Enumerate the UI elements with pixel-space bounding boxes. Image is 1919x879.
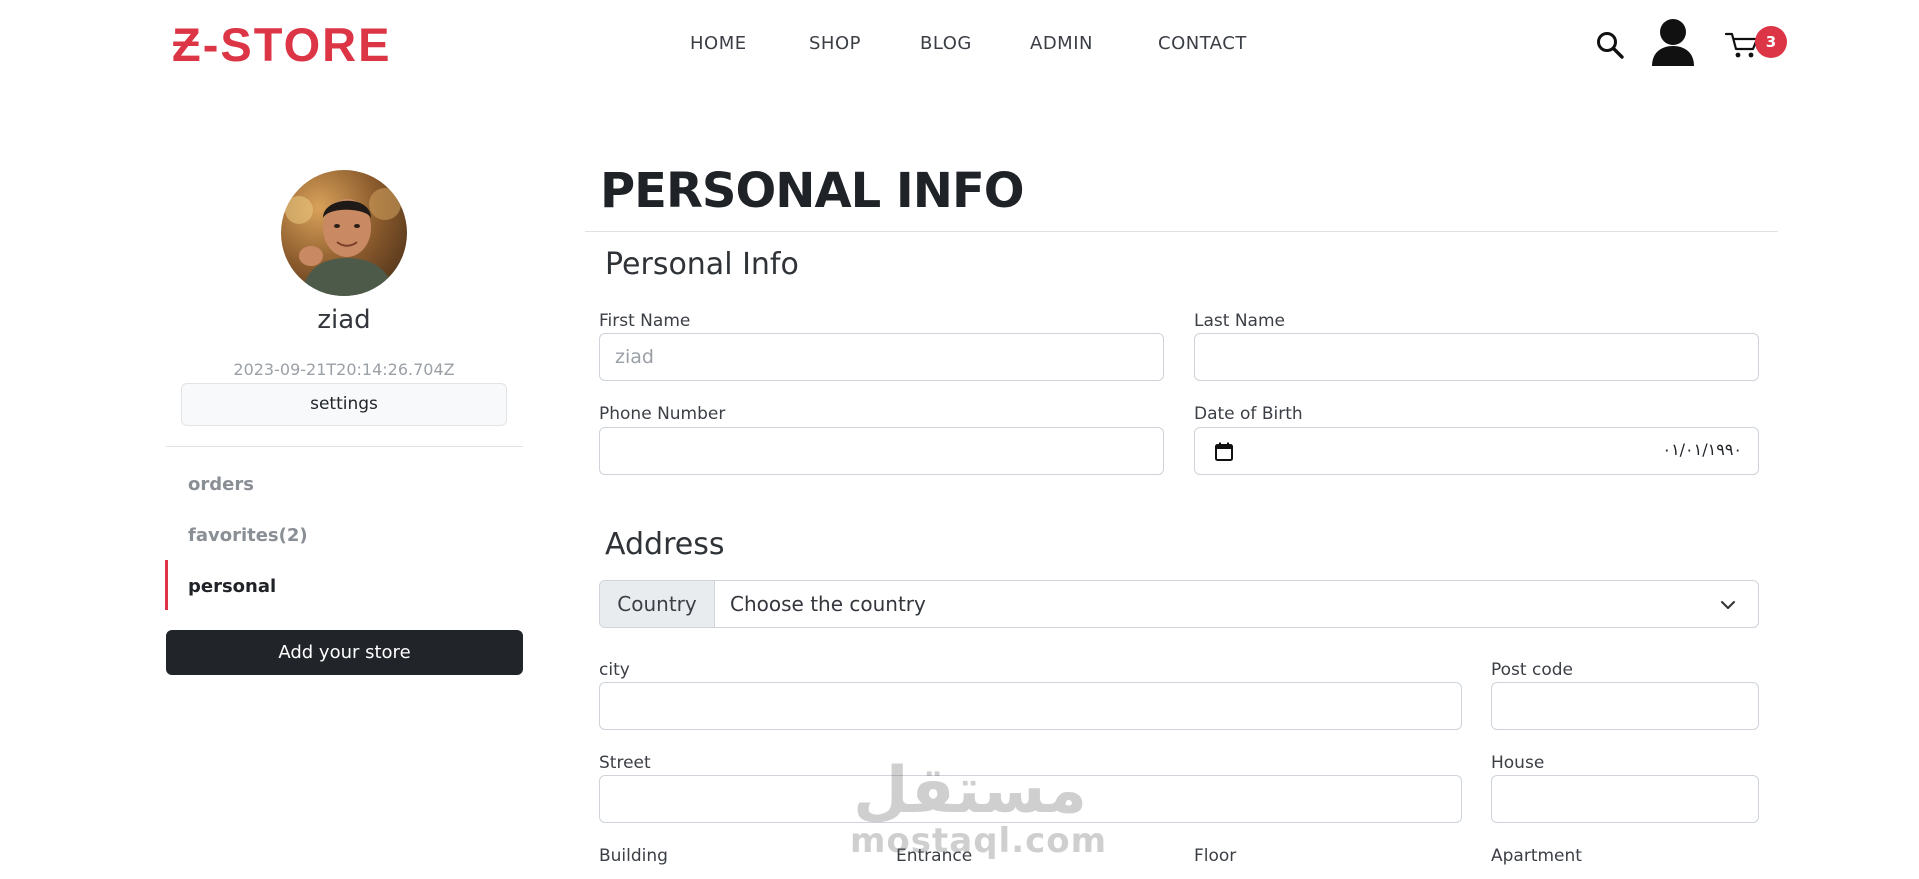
settings-button[interactable]: settings [181, 383, 507, 426]
dob-value: ٠١/٠١/١٩٩٠ [1662, 440, 1742, 459]
chevron-down-icon[interactable] [1720, 597, 1736, 613]
nav-blog[interactable]: BLOG [920, 32, 972, 56]
city-input[interactable] [599, 682, 1462, 730]
dob-label: Date of Birth [1194, 404, 1303, 424]
profile-username: ziad [317, 305, 371, 335]
user-icon[interactable] [1650, 18, 1696, 68]
page-title: PERSONAL INFO [600, 163, 1025, 219]
building-label: Building [599, 846, 668, 866]
sidebar-item-personal[interactable]: personal [188, 575, 276, 599]
nav-home[interactable]: HOME [690, 32, 747, 56]
house-label: House [1491, 753, 1545, 773]
city-label: city [599, 660, 630, 680]
phone-number-input[interactable] [599, 427, 1164, 475]
street-input[interactable] [599, 775, 1462, 823]
first-name-input[interactable] [599, 333, 1164, 381]
first-name-label: First Name [599, 311, 691, 331]
floor-label: Floor [1194, 846, 1237, 866]
calendar-icon[interactable] [1215, 442, 1233, 461]
active-indicator [165, 560, 168, 610]
sidebar-divider [166, 446, 523, 447]
address-heading: Address [605, 527, 725, 562]
title-divider [585, 231, 1778, 232]
main-nav: HOME SHOP BLOG ADMIN CONTACT [0, 32, 1919, 56]
post-code-input[interactable] [1491, 682, 1759, 730]
cart-count-badge[interactable]: 3 [1755, 26, 1787, 58]
last-name-label: Last Name [1194, 311, 1285, 331]
dob-input[interactable]: ٠١/٠١/١٩٩٠ [1194, 427, 1759, 475]
sidebar-item-favorites[interactable]: favorites(2) [188, 524, 308, 548]
profile-created-date: 2023-09-21T20:14:26.704Z [233, 360, 455, 379]
house-input[interactable] [1491, 775, 1759, 823]
last-name-input[interactable] [1194, 333, 1759, 381]
search-icon[interactable] [1595, 30, 1625, 60]
country-label: Country [600, 581, 715, 627]
entrance-label: Entrance [896, 846, 973, 866]
nav-contact[interactable]: CONTACT [1158, 32, 1247, 56]
post-code-label: Post code [1491, 660, 1573, 680]
sidebar-item-orders[interactable]: orders [188, 473, 254, 497]
street-label: Street [599, 753, 651, 773]
country-selected-value[interactable]: Choose the country [730, 581, 926, 627]
nav-admin[interactable]: ADMIN [1030, 32, 1093, 56]
phone-number-label: Phone Number [599, 404, 726, 424]
add-store-button[interactable]: Add your store [166, 630, 523, 675]
apartment-label: Apartment [1491, 846, 1582, 866]
avatar [281, 170, 407, 296]
country-select[interactable]: Country Choose the country [599, 580, 1759, 628]
nav-shop[interactable]: SHOP [809, 32, 861, 56]
personal-info-heading: Personal Info [605, 247, 799, 282]
